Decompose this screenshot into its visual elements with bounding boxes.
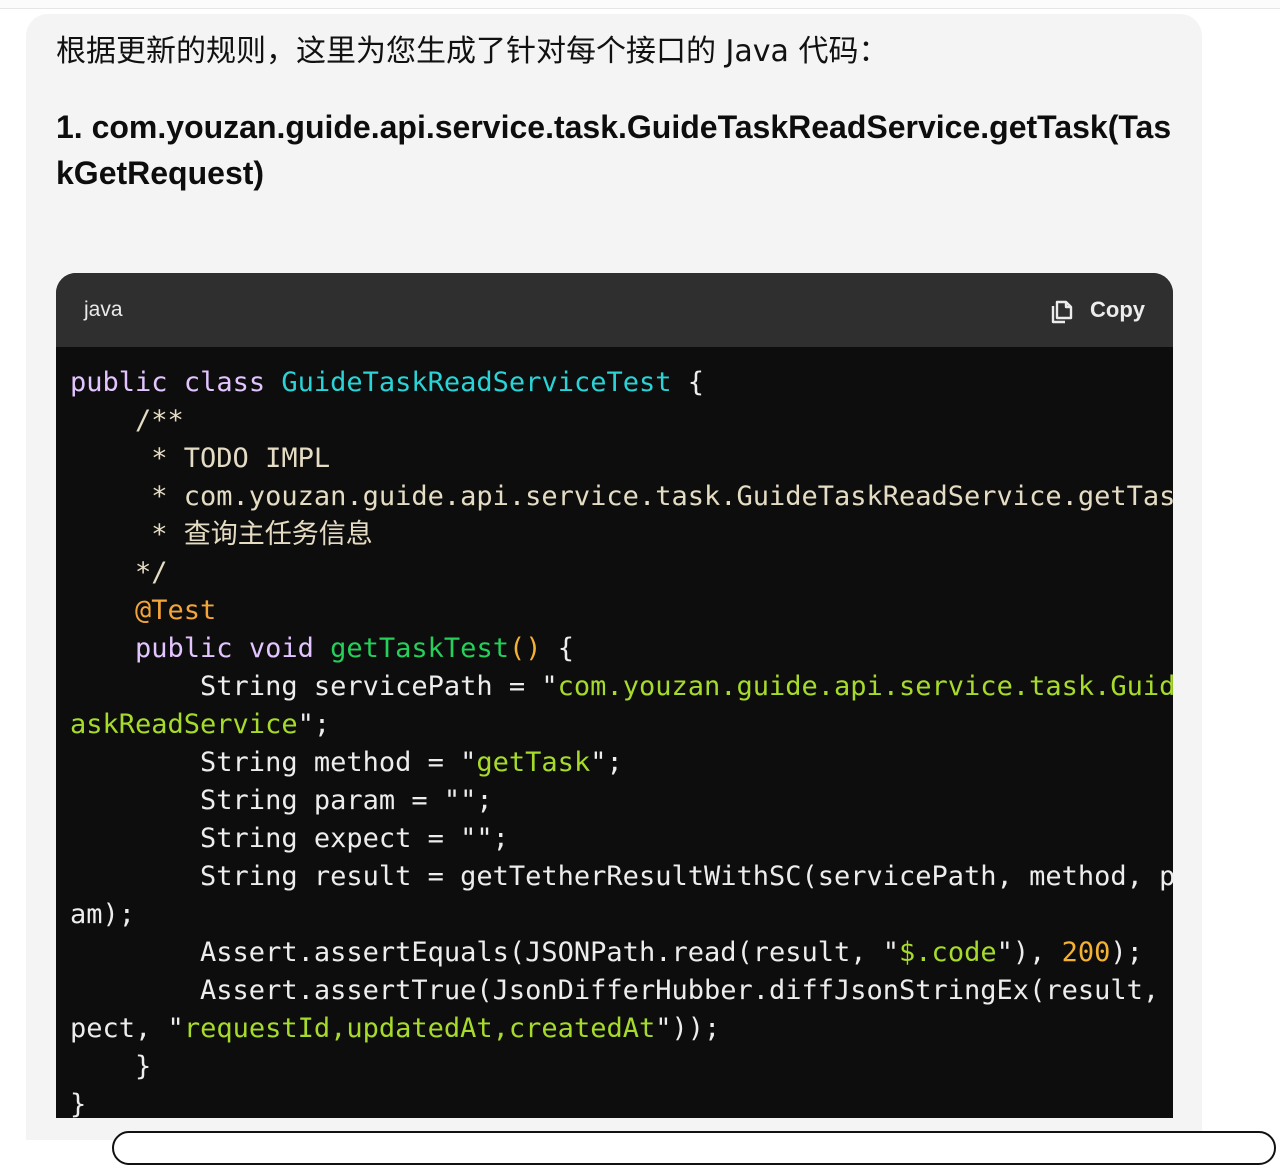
code-line: Assert.assertTrue(JsonDifferHubber.diffJ… xyxy=(70,975,1173,1006)
code-line: @Test xyxy=(135,595,217,626)
code-line: String servicePath = "com.youzan.guide.a… xyxy=(70,671,1173,702)
code-line: public class GuideTaskReadServiceTest { xyxy=(70,367,705,398)
code-line: * 查询主任务信息 xyxy=(70,519,373,550)
code-line: */ xyxy=(70,557,168,588)
clipboard-icon xyxy=(1051,300,1073,324)
code-header: java Copy xyxy=(56,273,1173,347)
code-line: public void getTaskTest() { xyxy=(135,633,574,664)
code-line: } xyxy=(70,1051,152,1082)
code-language-label: java xyxy=(84,298,123,321)
code-line: } xyxy=(70,1089,87,1118)
code-line: am); xyxy=(70,899,136,930)
code-line: String param = ""; xyxy=(70,785,493,816)
code-body: public class GuideTaskReadServiceTest { … xyxy=(56,347,1173,1118)
message-input-box[interactable] xyxy=(112,1131,1276,1165)
page-background xyxy=(1203,14,1280,1140)
code-line: pect, "requestId,updatedAt,createdAt")); xyxy=(70,1013,721,1044)
code-line: /** xyxy=(70,405,184,436)
code-block: java Copy public class GuideTaskReadServ… xyxy=(56,273,1173,1118)
code-line: Assert.assertEquals(JSONPath.read(result… xyxy=(70,937,1143,968)
code-line: String expect = ""; xyxy=(70,823,509,854)
copy-label: Copy xyxy=(1090,297,1145,322)
copy-button[interactable]: Copy xyxy=(1048,293,1145,327)
code-line: String method = "getTask"; xyxy=(70,747,623,778)
code-line: askReadService"; xyxy=(70,709,331,740)
code-line: * com.youzan.guide.api.service.task.Guid… xyxy=(70,481,1173,512)
message-heading: 1. com.youzan.guide.api.service.task.Gui… xyxy=(56,109,1172,191)
code-line: * TODO IMPL xyxy=(70,443,331,474)
message-intro: 根据更新的规则，这里为您生成了针对每个接口的 Java 代码： xyxy=(56,34,889,69)
top-divider xyxy=(0,0,1280,9)
code-line: String result = getTetherResultWithSC(se… xyxy=(70,861,1173,892)
